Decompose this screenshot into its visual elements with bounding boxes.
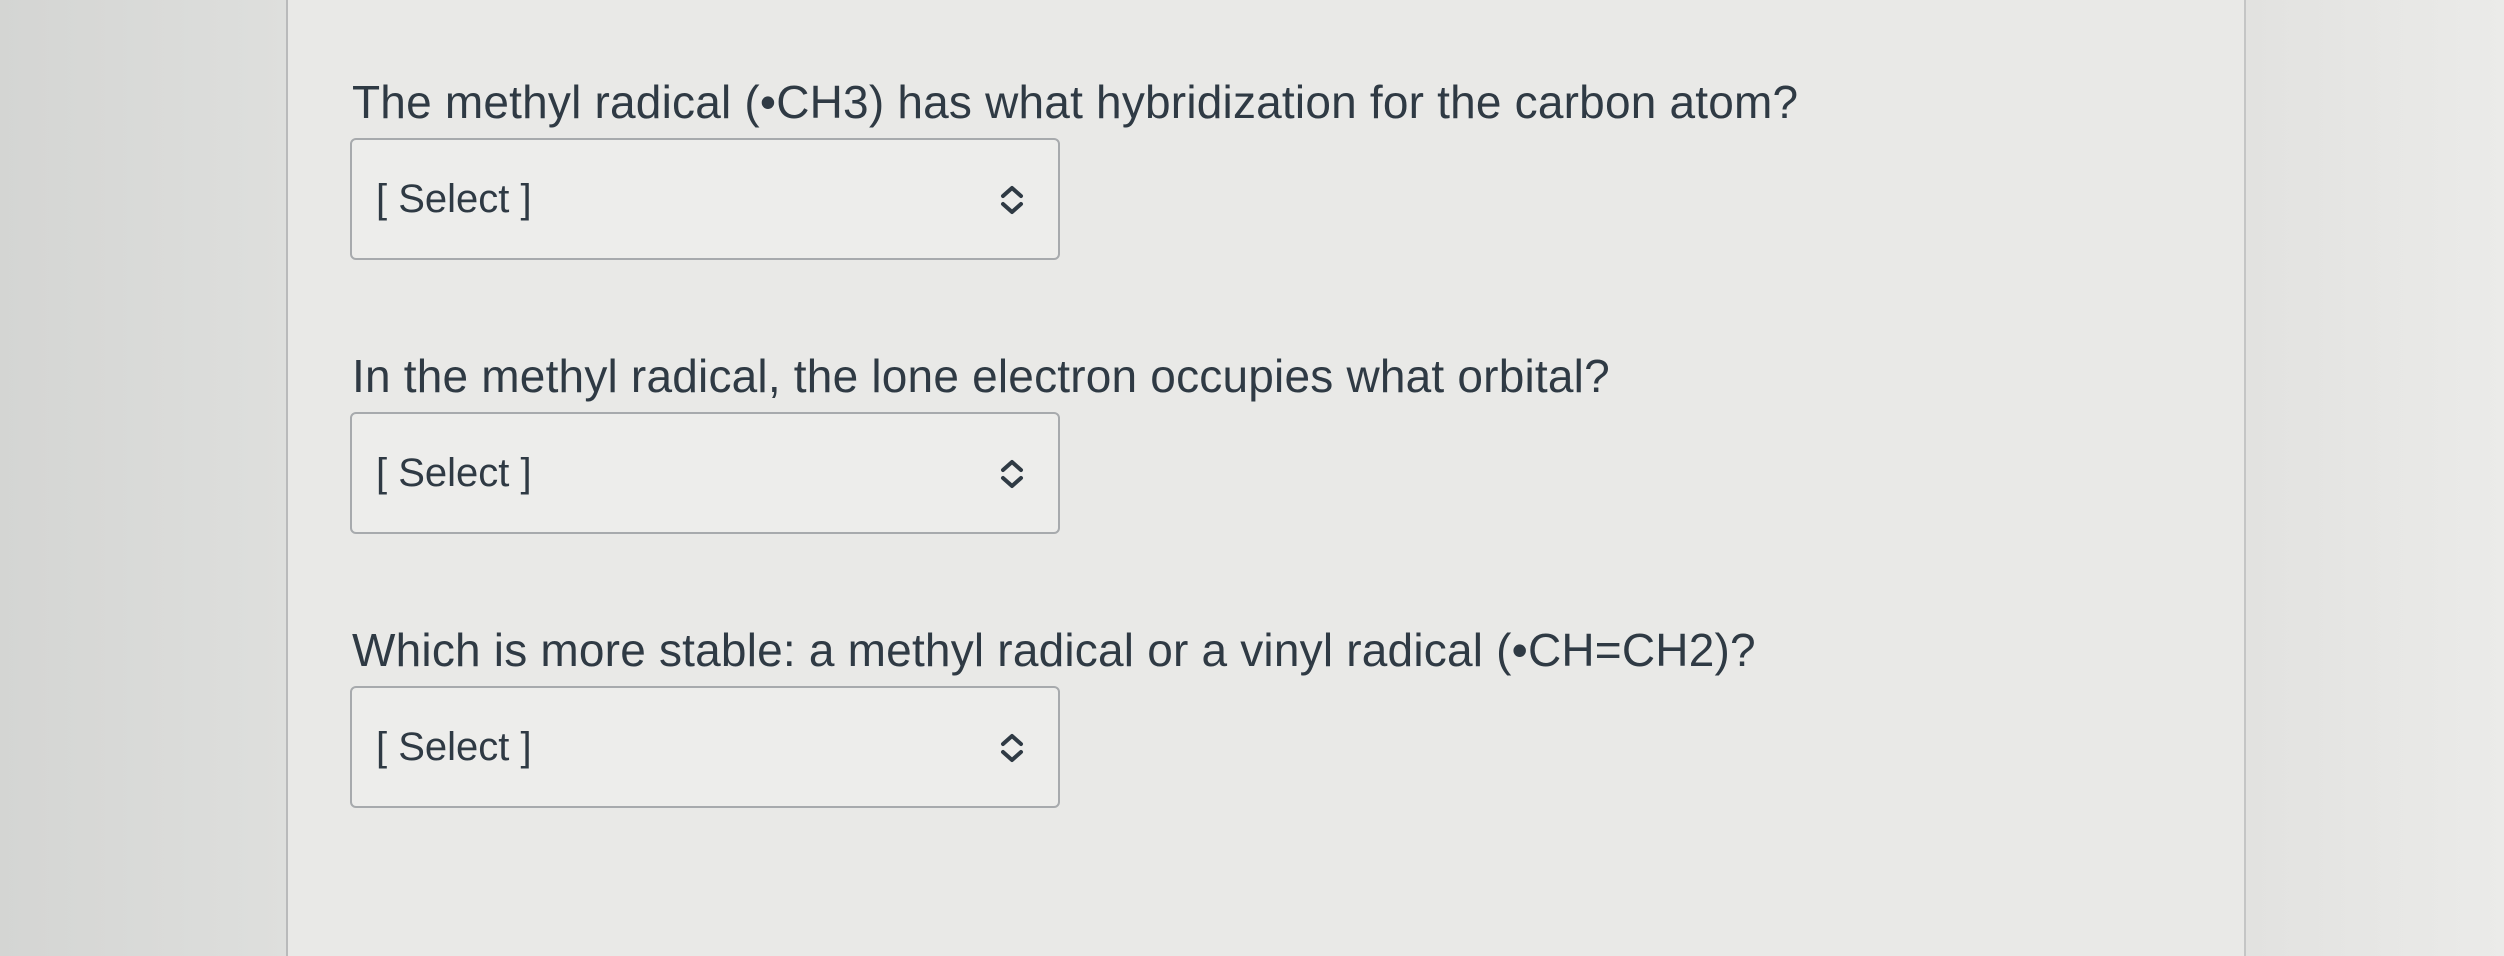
question-3-select[interactable]: [ Select ] xyxy=(350,686,1060,808)
chevron-up-down-icon xyxy=(992,728,1032,768)
question-3-prompt: Which is more stable: a methyl radical o… xyxy=(352,624,1756,676)
chevron-up-down-icon xyxy=(992,454,1032,494)
question-2-select[interactable]: [ Select ] xyxy=(350,412,1060,534)
question-2-prompt: In the methyl radical, the lone electron… xyxy=(352,350,1610,402)
question-2-select-value: [ Select ] xyxy=(376,451,532,495)
question-1-select[interactable]: [ Select ] xyxy=(350,138,1060,260)
page-right-margin xyxy=(2246,0,2504,956)
chevron-up-down-icon xyxy=(992,180,1032,220)
question-1-select-value: [ Select ] xyxy=(376,177,532,221)
question-1-prompt: The methyl radical (•CH3) has what hybri… xyxy=(352,76,1799,128)
question-3-select-value: [ Select ] xyxy=(376,725,532,769)
page-left-margin xyxy=(0,0,286,956)
